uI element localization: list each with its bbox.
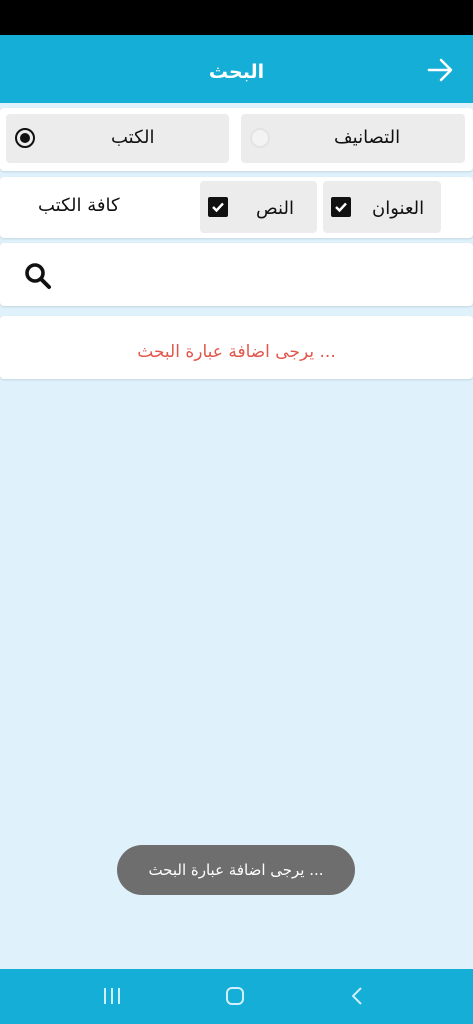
filter-title-label: العنوان [372, 198, 425, 219]
scope-categories-option[interactable]: التصانيف [241, 114, 465, 163]
page-title: البحث [208, 61, 265, 83]
arrow-right-icon [427, 58, 453, 82]
radio-selected-icon [15, 128, 35, 148]
scope-books-option[interactable]: الكتب [6, 114, 229, 163]
filter-title-checkbox[interactable]: العنوان [323, 181, 441, 233]
checkbox-checked-icon [331, 197, 351, 217]
checkbox-checked-icon [208, 197, 228, 217]
all-books-label[interactable]: كافة الكتب [38, 195, 120, 216]
empty-search-hint: يرجى اضافة عبارة البحث ... [137, 342, 336, 362]
status-bar [0, 0, 473, 35]
radio-unselected-icon [250, 128, 270, 148]
app-bar: البحث [0, 35, 473, 103]
home-icon[interactable] [225, 986, 245, 1006]
search-scope-panel: الكتب التصانيف [0, 108, 473, 171]
filter-text-label: النص [256, 198, 294, 219]
back-button[interactable] [425, 55, 455, 85]
scope-books-label: الكتب [111, 127, 155, 148]
search-icon[interactable] [24, 262, 52, 290]
search-filters-panel: كافة الكتب النص العنوان [0, 177, 473, 238]
hint-panel: يرجى اضافة عبارة البحث ... [0, 316, 473, 379]
back-nav-icon[interactable] [350, 986, 364, 1006]
system-nav-bar [0, 969, 473, 1024]
filter-text-checkbox[interactable]: النص [200, 181, 317, 233]
scope-categories-label: التصانيف [334, 127, 401, 148]
toast-message: يرجى اضافة عبارة البحث ... [117, 845, 355, 895]
recent-apps-icon[interactable] [102, 987, 122, 1005]
search-bar[interactable] [0, 243, 473, 306]
